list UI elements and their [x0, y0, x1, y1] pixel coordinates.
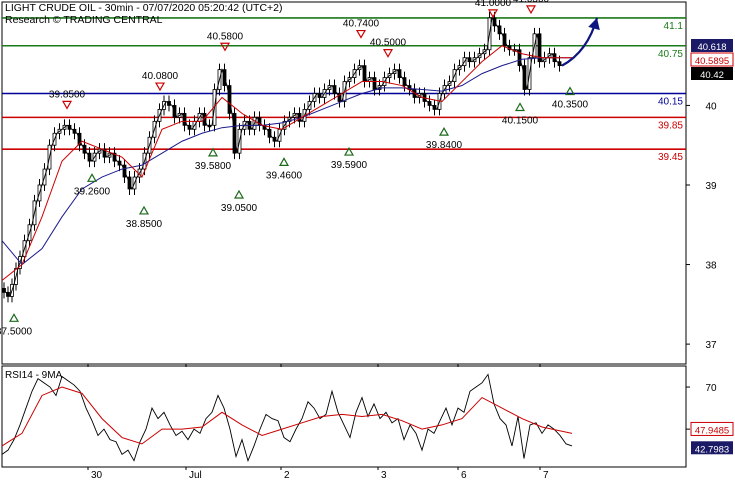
price-tick-label: 40 — [705, 101, 717, 112]
price-tick-label: 37 — [705, 340, 717, 351]
swing-low-label: 39.5900 — [331, 160, 368, 171]
level-label-40.75: 40.75 — [658, 49, 683, 60]
rsi-title: RSI14 - 9MA — [5, 370, 63, 381]
price-tick-label: 39 — [705, 181, 717, 192]
level-label-40.15: 40.15 — [658, 96, 683, 107]
level-label-39.45: 39.45 — [658, 152, 683, 163]
price-box-label: 40.618 — [697, 42, 726, 53]
chart-background — [0, 0, 735, 480]
time-tick-label: 2 — [284, 470, 290, 480]
price-chart: 41.1 40.75 40.15 39.85 39.45 37.5000 39.8500 3… — [0, 0, 735, 480]
swing-low-label: 39.5800 — [195, 161, 232, 172]
swing-low-label: 38.8500 — [126, 219, 163, 230]
swing-high-label: 41.0000 — [475, 0, 512, 9]
swing-low-label: 39.4600 — [266, 170, 303, 181]
swing-high-label: 40.7400 — [343, 19, 380, 30]
level-label-39.85: 39.85 — [658, 120, 683, 131]
level-label-41.1: 41.1 — [664, 21, 684, 32]
chart-subtitle: Research © TRADING CENTRAL — [5, 14, 163, 26]
rsi-box-label: 47.9485 — [695, 425, 729, 436]
swing-high-label: 41.0500 — [513, 0, 550, 5]
price-box-label: 40.5895 — [695, 56, 729, 67]
swing-low-label: 40.3500 — [552, 100, 589, 111]
swing-high-label: 40.5000 — [370, 38, 407, 49]
swing-low-label: 40.1500 — [502, 115, 539, 126]
swing-low-label: 39.0500 — [221, 203, 258, 214]
rsi-box-label: 42.7983 — [695, 444, 729, 455]
swing-high-label: 40.0800 — [142, 71, 179, 82]
swing-low-label: 39.2600 — [74, 186, 111, 197]
chart-title: LIGHT CRUDE OIL - 30min - 07/07/2020 05:… — [5, 2, 283, 14]
time-tick-label: 30 — [91, 470, 103, 480]
price-box-label: 40.42 — [700, 70, 724, 81]
swing-low-label: 39.8400 — [426, 140, 463, 151]
swing-high-label: 40.5800 — [207, 31, 244, 42]
rsi-tick-label: 70 — [705, 383, 717, 394]
price-tick-label: 38 — [705, 261, 717, 272]
time-tick-label: 7 — [543, 470, 549, 480]
time-tick-label: 3 — [381, 470, 387, 480]
time-tick-label: Jul — [189, 470, 202, 480]
swing-high-label: 39.8500 — [49, 89, 86, 100]
time-tick-label: 6 — [461, 470, 467, 480]
swing-low-label: 37.5000 — [0, 326, 33, 337]
